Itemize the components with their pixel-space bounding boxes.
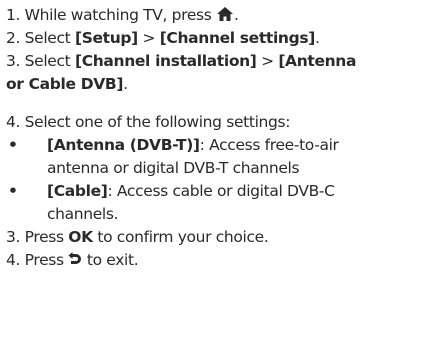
step-4-text: 4. Select one of the following settings: <box>6 113 291 131</box>
option-antenna-desc-cont: antenna or digital DVB-T channels <box>47 159 300 177</box>
step-1: 1. While watching TV, press . <box>6 4 418 27</box>
menu-setup: [Setup] <box>74 29 138 47</box>
bullet: • <box>8 182 18 200</box>
ok-key: OK <box>68 228 93 246</box>
option-cable-desc: : Access cable or digital DVB-C <box>107 182 335 200</box>
step-6-text: 4. Press <box>6 251 69 269</box>
step-3-separator: > <box>256 52 279 70</box>
menu-channel-installation: [Channel installation] <box>74 52 257 70</box>
step-4: 4. Select one of the following settings: <box>6 111 418 134</box>
option-antenna: • [Antenna (DVB-T)]: Access free-to-air <box>6 134 418 157</box>
step-3-text: 3. Select <box>6 52 75 70</box>
home-icon <box>216 6 234 29</box>
option-cable-label: [Cable] <box>47 182 108 200</box>
step-2-text: 2. Select <box>6 29 75 47</box>
step-5: 3. Press OK to confirm your choice. <box>6 226 418 249</box>
step-3: 3. Select [Channel installation] > [Ante… <box>6 50 418 73</box>
step-5-end: to confirm your choice. <box>92 228 269 246</box>
menu-antenna-or-cable: [Antenna <box>278 52 357 70</box>
instructions: 1. While watching TV, press . 2. Select … <box>6 4 418 272</box>
menu-channel-settings: [Channel settings] <box>159 29 316 47</box>
option-cable-cont: channels. <box>6 203 418 226</box>
step-6: 4. Press to exit. <box>6 249 418 272</box>
back-icon <box>68 251 82 274</box>
option-antenna-desc: : Access free-to-air <box>199 136 339 154</box>
option-cable: • [Cable]: Access cable or digital DVB-C <box>6 180 418 203</box>
step-1-end: . <box>234 6 239 24</box>
option-antenna-label: [Antenna (DVB-T)] <box>47 136 200 154</box>
step-2: 2. Select [Setup] > [Channel settings]. <box>6 27 418 50</box>
step-5-text: 3. Press <box>6 228 69 246</box>
step-2-separator: > <box>137 29 160 47</box>
step-3-end: . <box>123 75 128 93</box>
option-cable-desc-cont: channels. <box>47 205 119 223</box>
option-antenna-cont: antenna or digital DVB-T channels <box>6 157 418 180</box>
menu-antenna-or-cable-cont: or Cable DVB] <box>6 75 124 93</box>
bullet: • <box>8 136 18 154</box>
step-1-text: 1. While watching TV, press <box>6 6 217 24</box>
step-6-end: to exit. <box>82 251 139 269</box>
step-3-cont: or Cable DVB]. <box>6 73 418 96</box>
step-2-end: . <box>314 29 320 47</box>
